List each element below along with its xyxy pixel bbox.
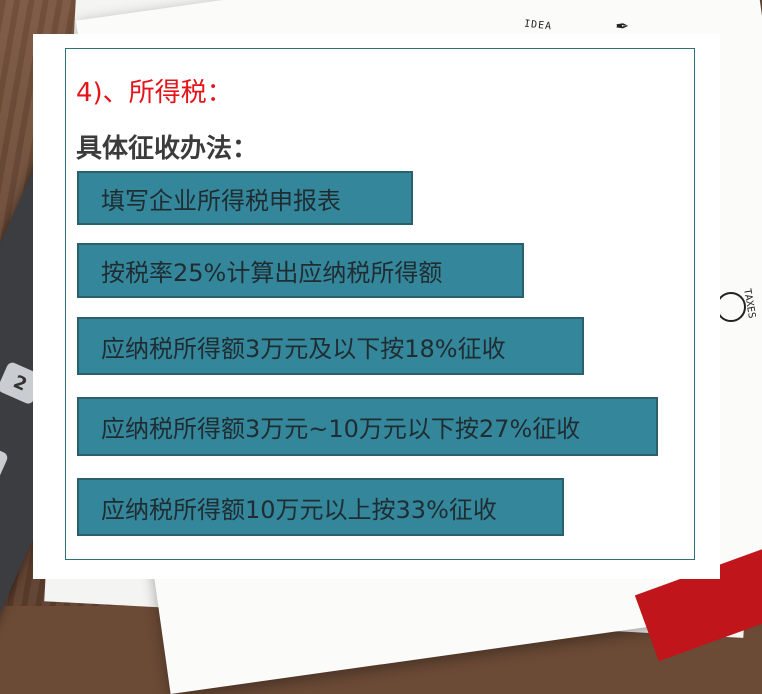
calculator-key: 0 <box>0 439 10 485</box>
rule-box-2: 按税率25%计算出应纳税所得额 <box>77 243 524 298</box>
rule-box-3: 应纳税所得额3万元及以下按18%征收 <box>77 317 584 375</box>
rule-box-1: 填写企业所得税申报表 <box>77 171 413 225</box>
rule-box-4: 应纳税所得额3万元~10万元以下按27%征收 <box>77 397 658 456</box>
rule-box-5: 应纳税所得额10万元以上按33%征收 <box>77 478 564 536</box>
section-heading: 4)、所得税： <box>76 78 233 108</box>
method-subheading: 具体征收办法： <box>76 134 259 164</box>
pen-doodle-icon: ✒ <box>616 12 629 36</box>
